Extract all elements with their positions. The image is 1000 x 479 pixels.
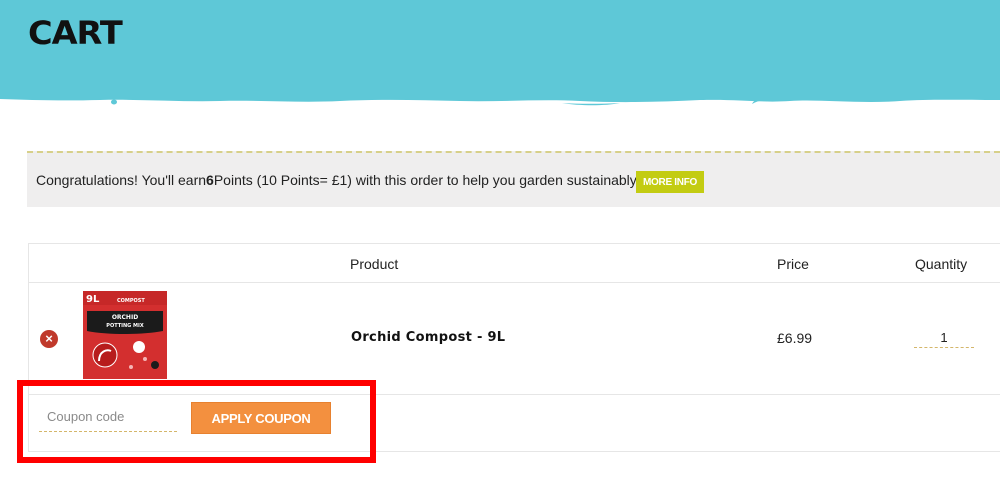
product-name-link[interactable]: Orchid Compost - 9L: [351, 330, 505, 345]
more-info-button[interactable]: MORE INFO: [636, 171, 704, 193]
header-divider: [29, 282, 1000, 283]
header-banner: [0, 0, 1000, 112]
thumb-brand-label: COMPOST: [117, 298, 145, 304]
remove-item-button[interactable]: ×: [40, 330, 58, 348]
coupon-code-input[interactable]: [39, 402, 177, 432]
column-header-quantity: Quantity: [915, 256, 968, 272]
thumb-size-label: 9L: [86, 294, 100, 305]
column-header-price: Price: [777, 256, 809, 272]
thumb-line1-label: ORCHID: [112, 314, 138, 321]
item-divider: [29, 394, 1000, 395]
product-thumbnail[interactable]: 9L COMPOST ORCHID POTTING MIX: [83, 291, 167, 379]
cart-page: CART Congratulations! You'll earn6Points…: [0, 0, 1000, 479]
close-circle-icon: ×: [45, 331, 53, 346]
apply-coupon-button[interactable]: APPLY COUPON: [191, 402, 331, 434]
product-price: £6.99: [777, 330, 813, 346]
column-header-product: Product: [350, 256, 399, 272]
compost-bag-image: 9L COMPOST ORCHID POTTING MIX: [83, 291, 167, 379]
points-value: 6: [206, 172, 214, 188]
points-message: Congratulations! You'll earn6Points (10 …: [36, 172, 640, 188]
points-text-before: Congratulations! You'll earn: [36, 172, 207, 188]
quantity-input[interactable]: [914, 327, 974, 348]
points-notice: Congratulations! You'll earn6Points (10 …: [27, 151, 1000, 207]
page-title: CART: [28, 14, 123, 52]
thumb-line2-label: POTTING MIX: [106, 323, 144, 329]
banner-wave-shape: [0, 0, 1000, 106]
points-text-after: Points (10 Points= £1) with this order t…: [213, 172, 640, 188]
